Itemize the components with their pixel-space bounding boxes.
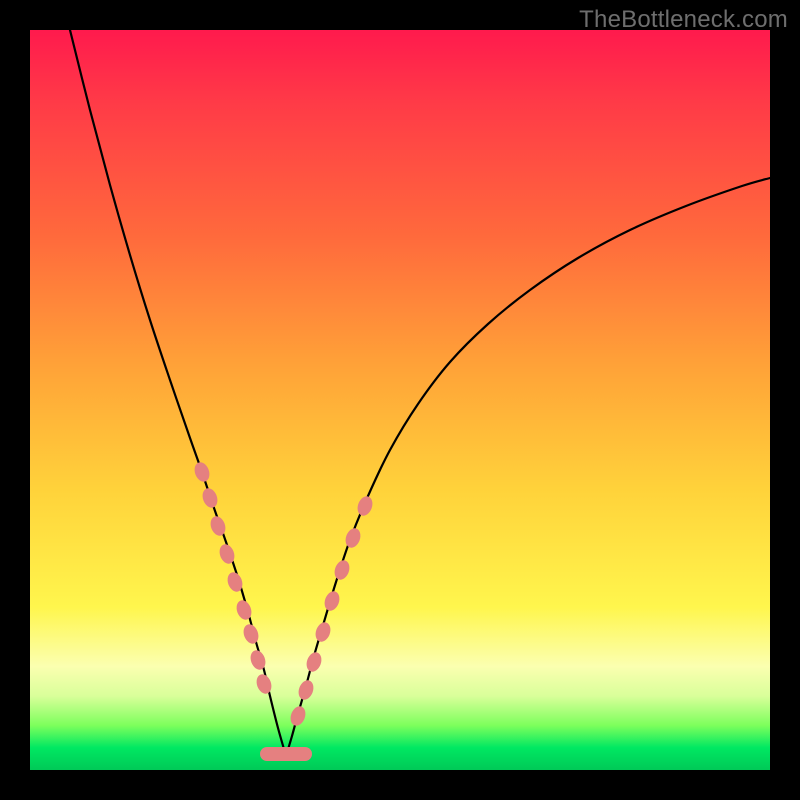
data-marker (200, 486, 220, 510)
data-marker (254, 672, 274, 696)
data-marker (343, 526, 363, 550)
data-marker (296, 678, 316, 702)
trough-marker (260, 747, 312, 761)
left-curve (70, 30, 286, 756)
data-marker (241, 622, 261, 646)
right-curve (286, 178, 770, 756)
data-marker (355, 494, 375, 518)
curve-group (70, 30, 770, 756)
data-marker (192, 460, 212, 484)
data-marker (332, 558, 352, 582)
plot-area (30, 30, 770, 770)
data-marker (322, 589, 342, 613)
data-marker (288, 704, 308, 728)
data-marker (304, 650, 324, 674)
markers-group (192, 460, 375, 761)
chart-svg (30, 30, 770, 770)
data-marker (234, 598, 254, 622)
data-marker (208, 514, 228, 538)
data-marker (313, 620, 333, 644)
chart-frame: TheBottleneck.com (0, 0, 800, 800)
data-marker (248, 648, 268, 672)
